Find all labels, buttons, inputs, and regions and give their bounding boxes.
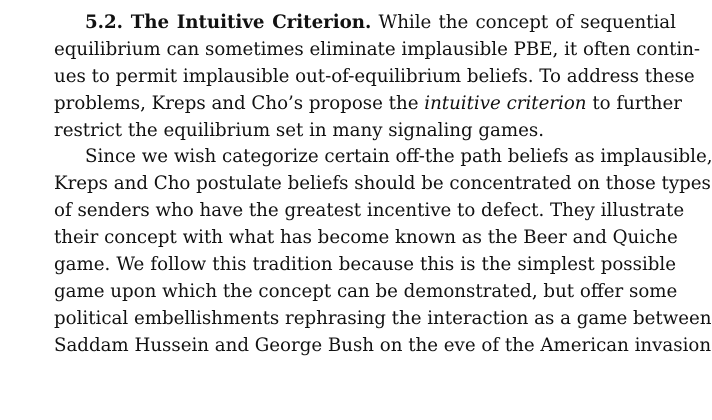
text-line: problems, Kreps and Cho’s propose the in…	[54, 91, 682, 118]
text-line: Saddam Hussein and George Bush on the ev…	[54, 334, 712, 356]
paragraph-1: 5.2. The Intuitive Criterion. While the …	[54, 10, 701, 144]
text-line: game. We follow this tradition because t…	[54, 254, 676, 276]
text-line: game upon which the concept can be demon…	[54, 280, 678, 302]
text-line: 5.2. The Intuitive Criterion. While the …	[54, 10, 676, 37]
text-line: Kreps and Cho postulate beliefs should b…	[54, 173, 711, 195]
paper-text-block: 5.2. The Intuitive Criterion. While the …	[54, 10, 712, 360]
text-line: equilibrium can sometimes eliminate impl…	[54, 38, 701, 60]
text-line: ues to permit implausible out-of-equilib…	[54, 65, 695, 87]
text-line: their concept with what has become known…	[54, 227, 678, 249]
text-fragment: to further	[592, 92, 682, 114]
paragraph-2: Since we wish categorize certain off-the…	[54, 144, 712, 359]
section-heading: 5.2. The Intuitive Criterion.	[85, 12, 372, 33]
text-fragment: While the concept of sequential	[378, 12, 676, 33]
text-line: of senders who have the greatest incenti…	[54, 200, 685, 222]
text-line: political embellishments rephrasing the …	[54, 307, 712, 329]
text-line: Since we wish categorize certain off-the…	[85, 146, 712, 168]
text-line: restrict the equilibrium set in many sig…	[54, 119, 545, 141]
text-fragment: problems, Kreps and Cho’s propose the	[54, 92, 419, 114]
emphasized-term: intuitive criterion	[424, 92, 587, 114]
